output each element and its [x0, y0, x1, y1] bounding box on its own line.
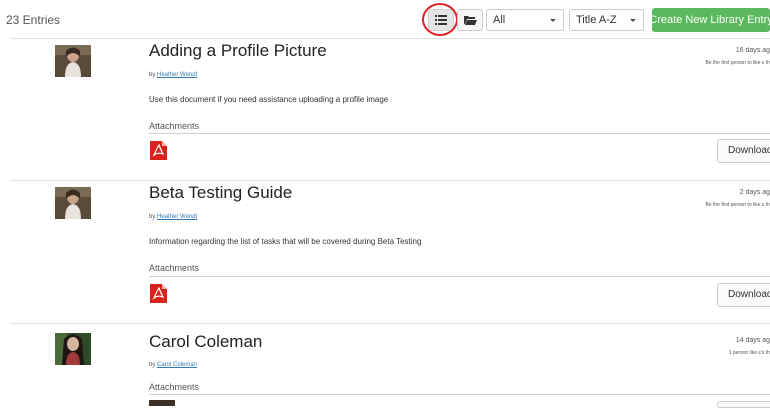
- entries-count: 23 Entries: [6, 13, 61, 27]
- avatar[interactable]: [55, 333, 91, 365]
- like-status[interactable]: 1 person like є́'s th: [620, 350, 770, 356]
- download-button[interactable]: Download: [717, 139, 770, 163]
- library-entry: Beta Testing Guide by Heather Wendt Info…: [0, 180, 770, 323]
- library-entry: Adding a Profile Picture by Heather Wend…: [0, 38, 770, 180]
- divider: [149, 133, 770, 134]
- attachment-thumbnail[interactable]: [149, 400, 175, 406]
- attachments-label: Attachments: [149, 382, 200, 392]
- author-link[interactable]: Heather Wendt: [157, 72, 197, 78]
- byline-prefix: by: [149, 362, 156, 368]
- entry-byline: by Heather Wendt: [149, 72, 197, 78]
- entry-description: Use this document if you need assistance…: [149, 95, 389, 104]
- list-view-button[interactable]: [428, 9, 454, 31]
- sort-select[interactable]: Title A-Z: [569, 9, 644, 31]
- like-status[interactable]: Be the first person to like є́ th: [620, 60, 770, 66]
- byline-prefix: by: [149, 214, 156, 220]
- entry-date: 2 days ag: [739, 189, 770, 196]
- author-link[interactable]: Heather Wendt: [157, 214, 197, 220]
- entry-byline: by Heather Wendt: [149, 214, 197, 220]
- avatar[interactable]: [55, 45, 91, 77]
- entry-title[interactable]: Beta Testing Guide: [149, 183, 292, 203]
- divider: [149, 394, 770, 395]
- chevron-down-icon: [630, 19, 636, 22]
- attachments-label: Attachments: [149, 121, 200, 131]
- entry-description: Information regarding the list of tasks …: [149, 237, 422, 246]
- attachments-label: Attachments: [149, 263, 200, 273]
- chevron-down-icon: [550, 19, 556, 22]
- like-status[interactable]: Be the first person to like є́ th: [620, 202, 770, 208]
- download-button[interactable]: [717, 401, 770, 408]
- author-link[interactable]: Carol Coleman: [157, 362, 197, 368]
- sort-select-value: Title A-Z: [576, 14, 617, 26]
- library-entry: Carol Coleman by Carol Coleman Attachmen…: [0, 323, 770, 408]
- create-library-entry-button[interactable]: Create New Library Entry: [652, 8, 770, 32]
- list-view-icon: [435, 15, 447, 25]
- entry-date: 14 days ag: [735, 337, 770, 344]
- divider: [149, 276, 770, 277]
- pdf-icon[interactable]: [149, 283, 168, 304]
- entry-date: 16 days ag: [735, 47, 770, 54]
- filter-select[interactable]: All: [486, 9, 564, 31]
- entry-byline: by Carol Coleman: [149, 362, 197, 368]
- byline-prefix: by: [149, 72, 156, 78]
- divider: [10, 38, 770, 39]
- library-toolbar: 23 Entries All Title A-Z Create New Libr…: [0, 0, 770, 38]
- download-button[interactable]: Download: [717, 283, 770, 307]
- filter-select-value: All: [493, 14, 506, 26]
- entry-title[interactable]: Adding a Profile Picture: [149, 41, 327, 61]
- divider: [10, 323, 770, 324]
- entry-title[interactable]: Carol Coleman: [149, 332, 262, 352]
- folder-view-button[interactable]: [457, 9, 483, 31]
- divider: [10, 180, 770, 181]
- avatar[interactable]: [55, 187, 91, 219]
- folder-icon: [463, 16, 477, 25]
- pdf-icon[interactable]: [149, 140, 168, 161]
